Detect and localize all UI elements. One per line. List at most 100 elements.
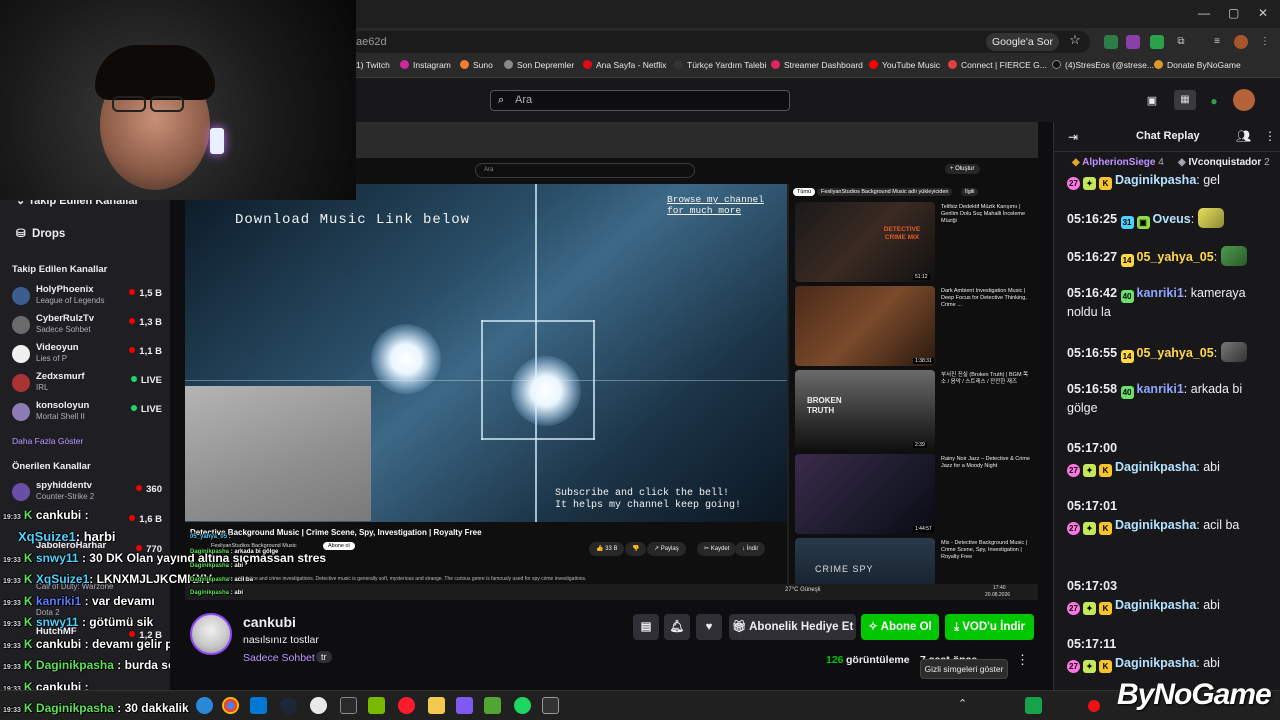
profile-avatar-icon[interactable] (1234, 35, 1248, 49)
streamer-avatar[interactable] (190, 613, 232, 655)
hair-shape (95, 45, 215, 100)
chat-username[interactable]: kanriki1 (1137, 286, 1184, 300)
clip-button[interactable]: ▤ (633, 614, 659, 640)
follow-heart-button[interactable]: ♥ (696, 614, 722, 640)
chat-username[interactable]: kanriki1 (1137, 382, 1184, 396)
steam-icon[interactable] (280, 697, 297, 714)
extension-icon-1[interactable] (1104, 35, 1118, 49)
captured-description: ...scenes with police and crime investig… (213, 576, 587, 582)
chat-username[interactable]: Daginikpasha (1115, 518, 1196, 532)
chat-username[interactable]: 05_yahya_05 (1137, 346, 1214, 360)
spotify-icon[interactable] (514, 697, 531, 714)
gift-subscription-button[interactable]: 🎁︎ Abonelik Hediye Et (729, 614, 856, 640)
channel-name: CyberRulzTv (36, 313, 95, 324)
followed-channel[interactable]: HolyPhoenix League of Legends 1,5 B (12, 284, 162, 310)
chrome-icon[interactable] (222, 697, 239, 714)
download-vod-button[interactable]: ⤓ VOD'u İndir (945, 614, 1034, 640)
recommended-channel[interactable]: spyhiddentv Counter-Strike 2 360 (12, 480, 162, 506)
chat-username[interactable]: 05_yahya_05 (1137, 250, 1214, 264)
show-hidden-icons-chevron-icon[interactable]: ⌃ (958, 697, 970, 714)
channel-name: konsoloyun (36, 400, 90, 411)
streamer-name[interactable]: cankubi (243, 614, 296, 630)
ask-google-button[interactable]: Google'a Sor (986, 33, 1059, 51)
store-icon[interactable] (250, 697, 267, 714)
chat-settings-icon[interactable]: ⋮ (1264, 129, 1276, 143)
layout-icon[interactable]: ▦ (1174, 90, 1196, 110)
star-icon: ✧ (868, 621, 878, 633)
stream-tag[interactable]: tr (316, 651, 332, 663)
bookmark-bynogame[interactable]: Donate ByNoGame (1154, 60, 1241, 70)
captured-clock: 17:40 (993, 585, 1006, 591)
channel-avatar (12, 483, 30, 501)
chat-username[interactable]: Daginikpasha (1115, 173, 1196, 187)
bookmark-tiktok[interactable]: (4)StresEos (@strese... (1052, 60, 1154, 70)
obs-icon[interactable] (310, 697, 327, 714)
recommended-channels-title: Önerilen Kanallar (12, 461, 91, 472)
extension-icon-3[interactable] (1150, 35, 1164, 49)
collapse-chat-icon[interactable]: ⇥ (1068, 130, 1078, 144)
bookmark-twitch[interactable]: 1) Twitch (356, 60, 390, 70)
viewer-count: 1,6 B (129, 514, 162, 525)
kebab-menu-icon[interactable]: ⋮ (1258, 35, 1272, 49)
extensions-puzzle-icon[interactable]: ⧉ (1174, 35, 1188, 49)
epic-games-icon[interactable] (340, 697, 357, 714)
close-window-button[interactable]: ✕ (1258, 6, 1268, 20)
minecraft-icon[interactable] (484, 697, 501, 714)
url-bar[interactable]: ae62d (350, 31, 1090, 53)
record-icon[interactable] (1088, 700, 1100, 712)
chat-username[interactable]: Daginikpasha (1115, 460, 1196, 474)
maximize-button[interactable]: ▢ (1228, 6, 1239, 20)
minimize-button[interactable]: — (1198, 6, 1210, 20)
more-options-icon[interactable]: ⋮ (1016, 652, 1029, 668)
bookmark-fierce-label: Connect | FIERCE G... (961, 60, 1047, 70)
bookmark-suno[interactable]: Suno (460, 60, 493, 70)
menu-list-icon[interactable]: ≡ (1210, 35, 1224, 49)
chat-username[interactable]: Daginikpasha (1115, 656, 1196, 670)
followed-channel[interactable]: konsoloyun Mortal Shell II LIVE (12, 400, 162, 426)
extension-green-icon[interactable]: ● (1207, 94, 1221, 108)
nvidia-icon[interactable] (368, 697, 385, 714)
chat-username[interactable]: Oveus (1153, 212, 1191, 226)
suggested-video: DETECTIVE CRIME MIX Telifsiz Dedektif Mü… (795, 202, 1035, 284)
show-more-link[interactable]: Daha Fazla Göster (12, 436, 83, 446)
notification-bell-button[interactable]: 🔔︎ (664, 614, 690, 640)
bookmark-fierce[interactable]: Connect | FIERCE G... (948, 60, 1047, 70)
app-icon[interactable] (456, 697, 473, 714)
followed-channel[interactable]: Zedxsmurf IRL LIVE (12, 371, 162, 397)
edge-icon[interactable] (196, 697, 213, 714)
gift-icon: 🎁︎ (731, 621, 747, 633)
sub-badge: 14 (1120, 350, 1134, 363)
bookmark-youtube-music[interactable]: YouTube Music (869, 60, 940, 70)
star-bookmark-icon[interactable]: ☆ (1068, 33, 1082, 47)
bits-badge-icon: ✦ (1083, 602, 1096, 615)
user-avatar-icon[interactable] (1233, 89, 1255, 111)
chat-username[interactable]: Daginikpasha (1115, 598, 1196, 612)
capcut-icon[interactable] (542, 697, 559, 714)
opera-icon[interactable] (398, 697, 415, 714)
bookmark-streamer-dashboard[interactable]: Streamer Dashboard (771, 60, 863, 70)
followed-channel[interactable]: Videoyun Lies of P 1,1 B (12, 342, 162, 368)
leaderboard-entry[interactable]: ◆ AlpherionSiege 4 (1072, 157, 1164, 168)
k-badge-icon: K (1099, 602, 1112, 615)
theatre-mode-icon[interactable]: ▣ (1144, 94, 1160, 108)
leaderboard-name: IVconquistador (1188, 157, 1262, 168)
users-icon[interactable]: 👥︎ (1236, 129, 1251, 143)
leaderboard-entry[interactable]: ◈ IVconquistador 2 (1178, 157, 1270, 168)
tray-icon[interactable] (1025, 697, 1042, 714)
chat-timestamp: 05:17:00 (1067, 441, 1118, 455)
bookmark-turkce-yardim[interactable]: Türkçe Yardım Talebi (674, 60, 766, 70)
followed-channel[interactable]: CyberRulzTv Sadece Sohbet 1,3 B (12, 313, 162, 339)
explorer-icon[interactable] (428, 697, 445, 714)
bookmark-instagram[interactable]: Instagram (400, 60, 451, 70)
youtube-music-icon (869, 60, 878, 69)
bookmark-son-depremler[interactable]: Son Depremler (504, 60, 574, 70)
stream-category[interactable]: Sadece Sohbet (243, 652, 315, 664)
overlay-mini-chat-line: Daginikpasha : arkada bi gölge (190, 549, 279, 555)
extension-icon-2[interactable] (1126, 35, 1140, 49)
subscribe-button[interactable]: ✧ Abone Ol (861, 614, 939, 640)
light-object (210, 128, 224, 154)
search-input[interactable]: ⌕ Ara (490, 90, 790, 111)
drops-link[interactable]: ⛁ Drops (16, 226, 65, 240)
bookmark-netflix[interactable]: Ana Sayfa - Netflix (583, 60, 666, 70)
tiktok-icon (1052, 60, 1061, 69)
